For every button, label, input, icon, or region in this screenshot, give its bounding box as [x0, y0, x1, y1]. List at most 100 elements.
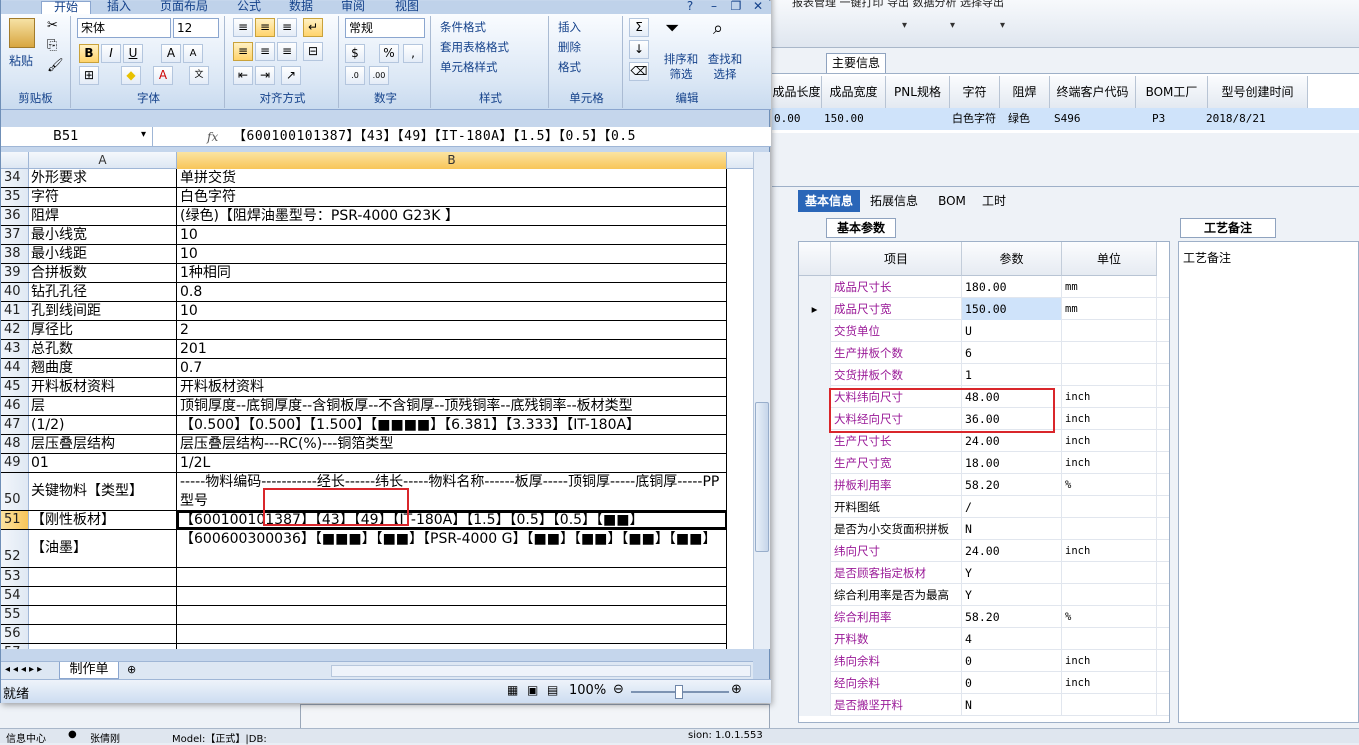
row-selector[interactable] [799, 474, 831, 496]
number-format-combo[interactable]: 常规 [345, 18, 425, 38]
cell-b[interactable]: 顶铜厚度--底铜厚度--含铜板厚--不含铜厚--顶残铜率--底残铜率--板材类型 [177, 397, 727, 415]
minimize-icon[interactable]: – [705, 0, 723, 14]
cell-a[interactable]: (1/2) [29, 416, 177, 434]
restore-icon[interactable]: ❐ [727, 0, 745, 14]
row-selector[interactable] [799, 452, 831, 474]
format-painter-icon[interactable]: 🖌 [47, 58, 64, 73]
sheet-nav-icon[interactable]: ◂◂◂▸▸ [5, 664, 45, 675]
tab-page-layout[interactable]: 页面布局 [149, 0, 219, 14]
param-value[interactable]: Y [962, 562, 1062, 584]
grid-row[interactable]: 开料图纸 / [799, 496, 1169, 518]
page-layout-view-icon[interactable]: ▣ [527, 683, 538, 697]
cell-b[interactable] [177, 644, 727, 649]
row-number[interactable]: 52 [1, 530, 29, 567]
merge-center-icon[interactable]: ⊟ [303, 42, 323, 61]
row-number[interactable]: 50 [1, 473, 29, 510]
cell-a[interactable]: 厚径比 [29, 321, 177, 339]
row-selector[interactable] [799, 386, 831, 408]
cell-a[interactable]: 字符 [29, 188, 177, 206]
row-number[interactable]: 40 [1, 283, 29, 301]
sort-filter-icon[interactable]: ⏷ [665, 18, 679, 39]
align-bottom-icon[interactable]: ≡ [277, 18, 297, 37]
row-selector[interactable] [799, 518, 831, 540]
row-selector[interactable] [799, 320, 831, 342]
row-selector[interactable]: ▸ [799, 298, 831, 320]
cell-a[interactable]: 外形要求 [29, 169, 177, 187]
tab-data[interactable]: 数据 [279, 0, 323, 14]
grid-row[interactable]: 是否为小交货面积拼板 N [799, 518, 1169, 540]
param-value[interactable]: 150.00 [962, 298, 1062, 320]
param-value[interactable]: 0 [962, 650, 1062, 672]
param-value[interactable]: N [962, 518, 1062, 540]
bold-button[interactable]: B [79, 44, 99, 63]
row-selector[interactable] [799, 650, 831, 672]
cell-b[interactable]: 【600600300036】【■■■】【■■】【PSR-4000 G】【■■】【… [177, 530, 727, 567]
column-header-a[interactable]: A [29, 152, 177, 169]
table-row[interactable]: 34 外形要求 单拼交货 [1, 169, 727, 188]
binoculars-icon[interactable]: ⌕ [713, 18, 723, 39]
column-header[interactable]: 项目 [831, 242, 962, 276]
comma-icon[interactable]: , [403, 44, 423, 63]
cell-b[interactable]: 1/2L [177, 454, 727, 472]
grid-row[interactable]: 是否顾客指定板材 Y [799, 562, 1169, 584]
table-row[interactable]: 37 最小线宽 10 [1, 226, 727, 245]
param-value[interactable]: 58.20 [962, 474, 1062, 496]
row-number[interactable]: 46 [1, 397, 29, 415]
param-value[interactable]: U [962, 320, 1062, 342]
currency-icon[interactable]: $ [345, 44, 365, 63]
cell-a[interactable]: 层压叠层结构 [29, 435, 177, 453]
grid-row[interactable]: 纬向余料 0 inch [799, 650, 1169, 672]
cell-a[interactable]: 【油墨】 [29, 530, 177, 567]
row-number[interactable]: 36 [1, 207, 29, 225]
grid-row[interactable]: 生产尺寸宽 18.00 inch [799, 452, 1169, 474]
page-break-view-icon[interactable]: ▤ [547, 683, 558, 697]
table-row[interactable]: 43 总孔数 201 [1, 340, 727, 359]
cell-b[interactable]: 【0.500】【0.500】【1.500】【■■■■】【6.381】【3.333… [177, 416, 727, 434]
row-number[interactable]: 47 [1, 416, 29, 434]
font-size-combo[interactable]: 12 [173, 18, 219, 38]
tab-bom[interactable]: BOM [934, 190, 970, 212]
cell-b[interactable]: 1种相同 [177, 264, 727, 282]
cell-b[interactable] [177, 606, 727, 624]
table-row[interactable]: 48 层压叠层结构 层压叠层结构---RC(%)---铜箔类型 [1, 435, 727, 454]
column-header[interactable]: 终端客户代码 [1050, 76, 1136, 108]
tab-extended-info[interactable]: 拓展信息 [864, 190, 924, 212]
cell-a[interactable] [29, 568, 177, 586]
row-selector[interactable] [799, 562, 831, 584]
shrink-font-icon[interactable]: A [183, 44, 203, 63]
row-number[interactable]: 49 [1, 454, 29, 472]
paste-button[interactable]: 粘贴 [9, 52, 33, 69]
font-color-icon[interactable]: A [153, 66, 173, 85]
fx-icon[interactable]: fx [207, 127, 227, 147]
param-value[interactable]: N [962, 694, 1062, 716]
delete-cells-button[interactable]: 删除 [557, 38, 582, 57]
cell-b[interactable] [177, 568, 727, 586]
border-icon[interactable]: ⊞ [79, 66, 99, 85]
param-value[interactable]: / [962, 496, 1062, 518]
row-number[interactable]: 48 [1, 435, 29, 453]
table-row[interactable]: 40 钻孔孔径 0.8 [1, 283, 727, 302]
row-selector[interactable] [799, 672, 831, 694]
chevron-down-icon[interactable]: ▾ [950, 20, 955, 31]
paste-icon[interactable] [9, 18, 35, 48]
table-row[interactable]: 47 (1/2) 【0.500】【0.500】【1.500】【■■■■】【6.381… [1, 416, 727, 435]
row-selector[interactable] [799, 606, 831, 628]
zoom-in-icon[interactable]: ⊕ [731, 682, 742, 697]
param-value[interactable]: 24.00 [962, 540, 1062, 562]
param-value[interactable]: 24.00 [962, 430, 1062, 452]
app-menu[interactable]: 报表管理 一键打印 导出 数据分析 选择导出 [792, 0, 1004, 10]
decrease-indent-icon[interactable]: ⇤ [233, 66, 253, 85]
param-value[interactable]: 1 [962, 364, 1062, 386]
cell-b[interactable]: -----物料编码-----------经长------纬长-----物料名称-… [177, 473, 727, 510]
column-header[interactable]: 成品长度 [772, 76, 822, 108]
row-number[interactable]: 51 [1, 511, 29, 529]
find-select-button[interactable]: 查找和 选择 [703, 52, 747, 82]
tab-basic-params[interactable]: 基本参数 [826, 218, 896, 238]
cell-a[interactable]: 孔到线间距 [29, 302, 177, 320]
align-top-icon[interactable]: ≡ [233, 18, 253, 37]
cell-a[interactable]: 01 [29, 454, 177, 472]
sort-filter-button[interactable]: 排序和 筛选 [659, 52, 703, 82]
column-header[interactable]: 成品宽度 [822, 76, 886, 108]
close-icon[interactable]: ✕ [749, 0, 767, 14]
row-number[interactable]: 42 [1, 321, 29, 339]
